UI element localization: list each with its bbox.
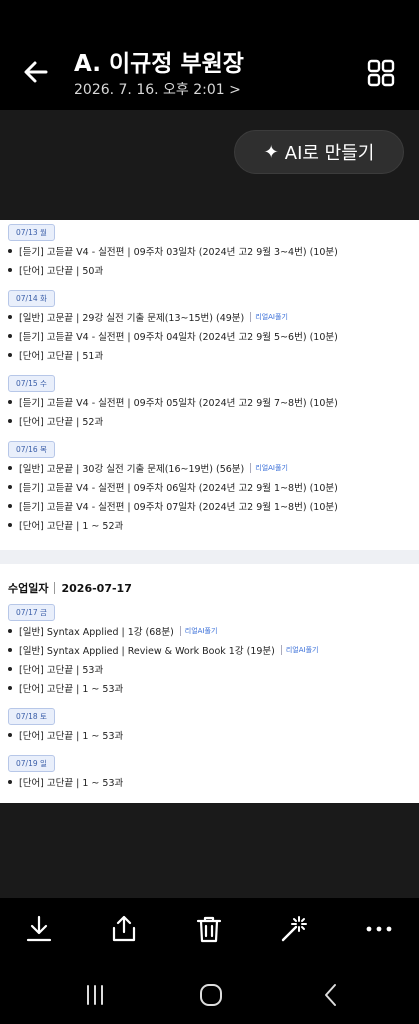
back-nav-icon[interactable]: [318, 982, 344, 1008]
more-icon[interactable]: [364, 914, 394, 944]
bullet-icon: [8, 466, 12, 470]
schedule-item: [일반] 고문끝 | 29강 실전 기출 문제(13~15번) (49분) 리얼A…: [8, 310, 288, 324]
bullet-icon: [8, 268, 12, 272]
day-badge: 07/17 금: [8, 604, 55, 621]
bullet-icon: [8, 648, 12, 652]
schedule-item: [단어] 고단끝 | 50과: [8, 263, 103, 277]
schedule-item: [단어] 고단끝 | 1 ~ 53과: [8, 775, 123, 789]
schedule-item-text: [단어] 고단끝 | 50과: [19, 266, 104, 277]
schedule-item: [일반] 고문끝 | 30강 실전 기출 문제(16~19번) (56분) 리얼A…: [8, 461, 288, 475]
schedule-item: [단어] 고단끝 | 1 ~ 52과: [8, 518, 123, 532]
bullet-icon: [8, 686, 12, 690]
real-ai-tag: 리얼AI풀기: [250, 312, 288, 322]
schedule-item-text: [일반] 고문끝 | 29강 실전 기출 문제(13~15번) (49분): [19, 313, 245, 324]
schedule-item: [일반] Syntax Applied | Review & Work Book…: [8, 643, 318, 657]
share-icon[interactable]: [109, 914, 139, 944]
schedule-item-text: [듣기] 고듣끝 V4 - 실전편 | 09주차 04일차 (2024년 고2 …: [19, 332, 338, 343]
schedule-item-text: [단어] 고단끝 | 51과: [19, 351, 104, 362]
schedule-item-text: [일반] Syntax Applied | 1강 (68분): [19, 627, 174, 638]
top-bar: A. 이규정 부원장 2026. 7. 16. 오후 2:01 >: [0, 0, 419, 110]
image-viewer-background-bottom: [0, 803, 419, 898]
day-badge: 07/13 월: [8, 224, 55, 241]
bullet-icon: [8, 629, 12, 633]
bottom-toolbar: [0, 898, 419, 964]
timestamp-link[interactable]: 2026. 7. 16. 오후 2:01 >: [74, 79, 241, 99]
schedule-item: [듣기] 고듣끝 V4 - 실전편 | 09주차 05일차 (2024년 고2 …: [8, 395, 338, 409]
schedule-item: [듣기] 고듣끝 V4 - 실전편 | 09주차 07일차 (2024년 고2 …: [8, 499, 338, 513]
schedule-item: [일반] Syntax Applied | 1강 (68분) 리얼AI풀기: [8, 624, 217, 638]
real-ai-tag: 리얼AI풀기: [250, 463, 288, 473]
day-badge: 07/14 화: [8, 290, 55, 307]
schedule-item: [듣기] 고듣끝 V4 - 실전편 | 09주차 03일차 (2024년 고2 …: [8, 244, 338, 258]
bullet-icon: [8, 485, 12, 489]
day-badge: 07/15 수: [8, 375, 55, 392]
schedule-item: [단어] 고단끝 | 1 ~ 53과: [8, 728, 123, 742]
schedule-item: [단어] 고단끝 | 1 ~ 53과: [8, 681, 123, 695]
bullet-icon: [8, 733, 12, 737]
bullet-icon: [8, 400, 12, 404]
bullet-icon: [8, 419, 12, 423]
schedule-item: [단어] 고단끝 | 53과: [8, 662, 103, 676]
schedule-item-text: [단어] 고단끝 | 1 ~ 52과: [19, 521, 124, 532]
class-date-label: 수업일자: [8, 582, 49, 595]
magic-wand-icon[interactable]: [279, 914, 309, 944]
schedule-item-text: [단어] 고단끝 | 53과: [19, 665, 104, 676]
bullet-icon: [8, 780, 12, 784]
bullet-icon: [8, 315, 12, 319]
class-date-header: 수업일자 2026-07-17: [8, 580, 132, 596]
schedule-item-text: [듣기] 고듣끝 V4 - 실전편 | 09주차 05일차 (2024년 고2 …: [19, 398, 338, 409]
ai-create-label: AI로 만들기: [284, 143, 375, 164]
real-ai-tag: 리얼AI풀기: [280, 645, 318, 655]
recent-apps-icon[interactable]: [82, 982, 108, 1008]
bullet-icon: [8, 504, 12, 508]
schedule-item: [단어] 고단끝 | 52과: [8, 414, 103, 428]
schedule-item-text: [단어] 고단끝 | 1 ~ 53과: [19, 684, 124, 695]
day-badge: 07/16 목: [8, 441, 55, 458]
download-icon[interactable]: [24, 914, 54, 944]
schedule-item-text: [일반] 고문끝 | 30강 실전 기출 문제(16~19번) (56분): [19, 464, 245, 475]
real-ai-tag: 리얼AI풀기: [179, 626, 217, 636]
bullet-icon: [8, 667, 12, 671]
trash-icon[interactable]: [194, 914, 224, 944]
bullet-icon: [8, 334, 12, 338]
grid-view-icon[interactable]: [366, 58, 396, 88]
schedule-item: [단어] 고단끝 | 51과: [8, 348, 103, 362]
schedule-item-text: [단어] 고단끝 | 1 ~ 53과: [19, 731, 124, 742]
bullet-icon: [8, 249, 12, 253]
document-image[interactable]: 07/13 월 [듣기] 고듣끝 V4 - 실전편 | 09주차 03일차 (20…: [0, 220, 419, 803]
day-badge: 07/18 토: [8, 708, 55, 725]
schedule-item-text: [듣기] 고듣끝 V4 - 실전편 | 09주차 03일차 (2024년 고2 …: [19, 247, 338, 258]
schedule-item-text: [단어] 고단끝 | 1 ~ 53과: [19, 778, 124, 789]
schedule-item-text: [단어] 고단끝 | 52과: [19, 417, 104, 428]
schedule-item-text: [듣기] 고듣끝 V4 - 실전편 | 09주차 07일차 (2024년 고2 …: [19, 502, 338, 513]
bullet-icon: [8, 353, 12, 357]
day-badge: 07/19 일: [8, 755, 55, 772]
sparkle-icon: ✦: [263, 141, 279, 163]
system-nav-bar: [0, 964, 419, 1024]
schedule-item-text: [일반] Syntax Applied | Review & Work Book…: [19, 646, 275, 657]
class-date-value: 2026-07-17: [61, 581, 132, 595]
ai-create-button[interactable]: ✦ AI로 만들기: [234, 130, 404, 174]
bullet-icon: [8, 523, 12, 527]
header-separator: [54, 582, 56, 594]
section-divider: [0, 550, 419, 564]
back-arrow-icon[interactable]: [20, 56, 52, 88]
schedule-item: [듣기] 고듣끝 V4 - 실전편 | 09주차 06일차 (2024년 고2 …: [8, 480, 338, 494]
schedule-item-text: [듣기] 고듣끝 V4 - 실전편 | 09주차 06일차 (2024년 고2 …: [19, 483, 338, 494]
home-icon[interactable]: [198, 982, 224, 1008]
schedule-item: [듣기] 고듣끝 V4 - 실전편 | 09주차 04일차 (2024년 고2 …: [8, 329, 338, 343]
page-title: A. 이규정 부원장: [74, 51, 244, 77]
